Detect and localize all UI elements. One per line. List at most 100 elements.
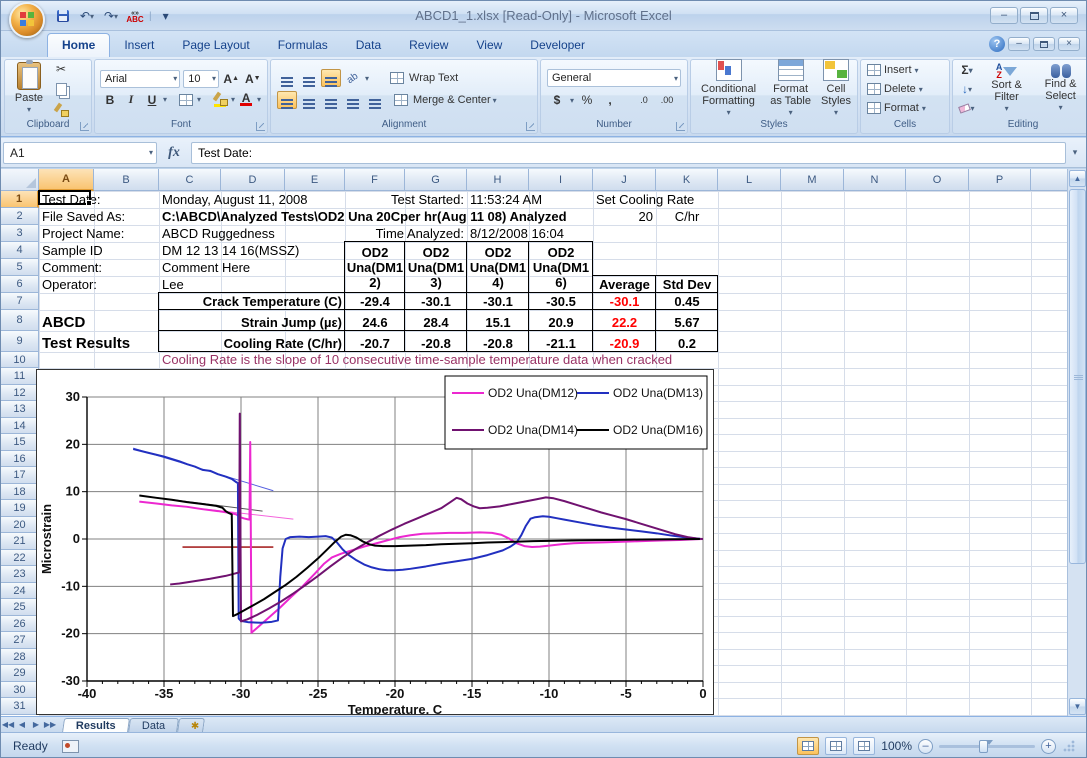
row-header-27[interactable]: 27: [1, 632, 39, 649]
sheet-tab-data[interactable]: Data: [128, 718, 179, 733]
sort-filter-button[interactable]: AZ Sort & Filter▾: [981, 62, 1032, 116]
increase-indent-button[interactable]: [365, 91, 385, 109]
col-header-partial[interactable]: [1031, 169, 1069, 191]
row-header-10[interactable]: 10: [1, 352, 39, 368]
col-header-L[interactable]: L: [718, 169, 781, 191]
find-select-button[interactable]: Find & Select▾: [1032, 63, 1087, 115]
formula-input[interactable]: Test Date:: [191, 142, 1066, 164]
ribbon-tab-insert[interactable]: Insert: [110, 34, 168, 57]
insert-cells-button[interactable]: Insert▾: [865, 61, 945, 80]
cell-K2[interactable]: C/hr: [656, 208, 718, 225]
row-header-19[interactable]: 19: [1, 500, 39, 517]
row-header-7[interactable]: 7: [1, 293, 39, 310]
font-size-select[interactable]: 10▾: [183, 70, 219, 88]
cell-A4[interactable]: Sample ID: [39, 242, 94, 259]
bold-button[interactable]: B: [100, 91, 120, 109]
sheet-tab-results[interactable]: Results: [62, 718, 130, 733]
cell-H1[interactable]: 11:53:24 AM: [467, 191, 529, 208]
ribbon-tab-data[interactable]: Data: [342, 34, 395, 57]
bottom-align-button[interactable]: [321, 69, 341, 87]
cell-H3[interactable]: 8/12/2008 16:04: [467, 225, 529, 242]
percent-style-button[interactable]: %: [577, 91, 597, 109]
format-as-table-button[interactable]: Format as Table▾: [764, 57, 817, 121]
page-layout-view-button[interactable]: [825, 737, 847, 755]
cell-C10[interactable]: Cooling Rate is the slope of 10 consecut…: [159, 352, 718, 368]
cell-A2[interactable]: File Saved As:: [39, 208, 94, 225]
row-header-25[interactable]: 25: [1, 599, 39, 616]
cell-A9[interactable]: Test Results: [39, 331, 94, 352]
fill-button[interactable]: ↓▾: [957, 80, 977, 98]
col-header-A[interactable]: A: [39, 169, 94, 191]
cell-A8[interactable]: ABCD: [39, 310, 94, 331]
align-left-button[interactable]: [277, 91, 297, 109]
orientation-button[interactable]: ab: [343, 69, 363, 87]
cell-F1[interactable]: Test Started:: [345, 191, 467, 208]
row-header-6[interactable]: 6: [1, 276, 39, 293]
cell-F3[interactable]: Time Analyzed:: [345, 225, 467, 242]
copy-button[interactable]: [51, 80, 71, 98]
middle-align-button[interactable]: [299, 69, 319, 87]
zoom-out-button[interactable]: –: [918, 739, 933, 754]
row-header-14[interactable]: 14: [1, 418, 39, 434]
row-header-29[interactable]: 29: [1, 665, 39, 682]
zoom-in-button[interactable]: +: [1041, 739, 1056, 754]
col-header-I[interactable]: I: [529, 169, 593, 191]
row-header-3[interactable]: 3: [1, 225, 39, 242]
align-right-button[interactable]: [321, 91, 341, 109]
cell-J1[interactable]: Set Cooling Rate: [593, 191, 718, 208]
conditional-formatting-button[interactable]: Conditional Formatting▾: [693, 57, 764, 121]
center-button[interactable]: [299, 91, 319, 109]
col-header-K[interactable]: K: [656, 169, 718, 191]
col-header-P[interactable]: P: [969, 169, 1031, 191]
decrease-decimal-button[interactable]: .00: [657, 91, 677, 109]
save-button[interactable]: [53, 7, 73, 25]
workbook-restore-button[interactable]: [1033, 37, 1055, 51]
col-header-B[interactable]: B: [94, 169, 159, 191]
row-header-21[interactable]: 21: [1, 533, 39, 550]
row-header-2[interactable]: 2: [1, 208, 39, 225]
accounting-format-button[interactable]: $: [547, 91, 567, 109]
previous-sheet-button[interactable]: ◀: [15, 718, 29, 731]
last-sheet-button[interactable]: ▶▶: [43, 718, 57, 731]
fill-color-button[interactable]: [210, 91, 230, 109]
autosum-button[interactable]: Σ▾: [957, 61, 977, 79]
close-button[interactable]: ×: [1050, 7, 1078, 24]
cell-A3[interactable]: Project Name:: [39, 225, 94, 242]
col-header-N[interactable]: N: [844, 169, 906, 191]
workbook-close-button[interactable]: ×: [1058, 37, 1080, 51]
undo-button[interactable]: ↶▾: [77, 7, 97, 25]
ribbon-tab-page-layout[interactable]: Page Layout: [168, 34, 263, 57]
help-button[interactable]: ?: [989, 36, 1005, 52]
embedded-chart[interactable]: 3020100-10-20-30-40-35-30-25-20-15-10-50…: [36, 369, 714, 715]
workbook-minimize-button[interactable]: –: [1008, 37, 1030, 51]
vertical-scrollbar[interactable]: ▲ ▼: [1067, 169, 1086, 716]
grow-font-button[interactable]: A▲: [222, 70, 241, 88]
alignment-dialog-launcher[interactable]: [526, 122, 535, 131]
first-sheet-button[interactable]: ◀◀: [1, 718, 15, 731]
row-header-26[interactable]: 26: [1, 616, 39, 632]
row-header-1[interactable]: 1: [1, 191, 39, 208]
delete-cells-button[interactable]: Delete▾: [865, 80, 945, 99]
shrink-font-button[interactable]: A▼: [243, 70, 262, 88]
expand-formula-bar-button[interactable]: ▾: [1066, 147, 1084, 158]
row-header-28[interactable]: 28: [1, 649, 39, 665]
resize-grip[interactable]: [1062, 739, 1076, 753]
row-header-13[interactable]: 13: [1, 401, 39, 418]
scroll-up-button[interactable]: ▲: [1069, 170, 1086, 187]
format-cells-button[interactable]: Format▾: [865, 99, 945, 118]
row-header-4[interactable]: 4: [1, 242, 39, 259]
merge-center-button[interactable]: [391, 91, 411, 109]
row-header-20[interactable]: 20: [1, 517, 39, 533]
row-header-11[interactable]: 11: [1, 368, 39, 385]
clear-button[interactable]: ▾: [957, 99, 977, 117]
ribbon-tab-home[interactable]: Home: [47, 33, 110, 57]
page-break-view-button[interactable]: [853, 737, 875, 755]
row-header-23[interactable]: 23: [1, 566, 39, 583]
col-header-H[interactable]: H: [467, 169, 529, 191]
ribbon-tab-formulas[interactable]: Formulas: [264, 34, 342, 57]
cell-C4[interactable]: DM 12 13 14 16(MSSZ): [159, 242, 221, 259]
row-header-8[interactable]: 8: [1, 310, 39, 331]
cell-A5[interactable]: Comment:: [39, 259, 94, 276]
spelling-button[interactable]: «»ABC: [125, 7, 145, 25]
next-sheet-button[interactable]: ▶: [29, 718, 43, 731]
